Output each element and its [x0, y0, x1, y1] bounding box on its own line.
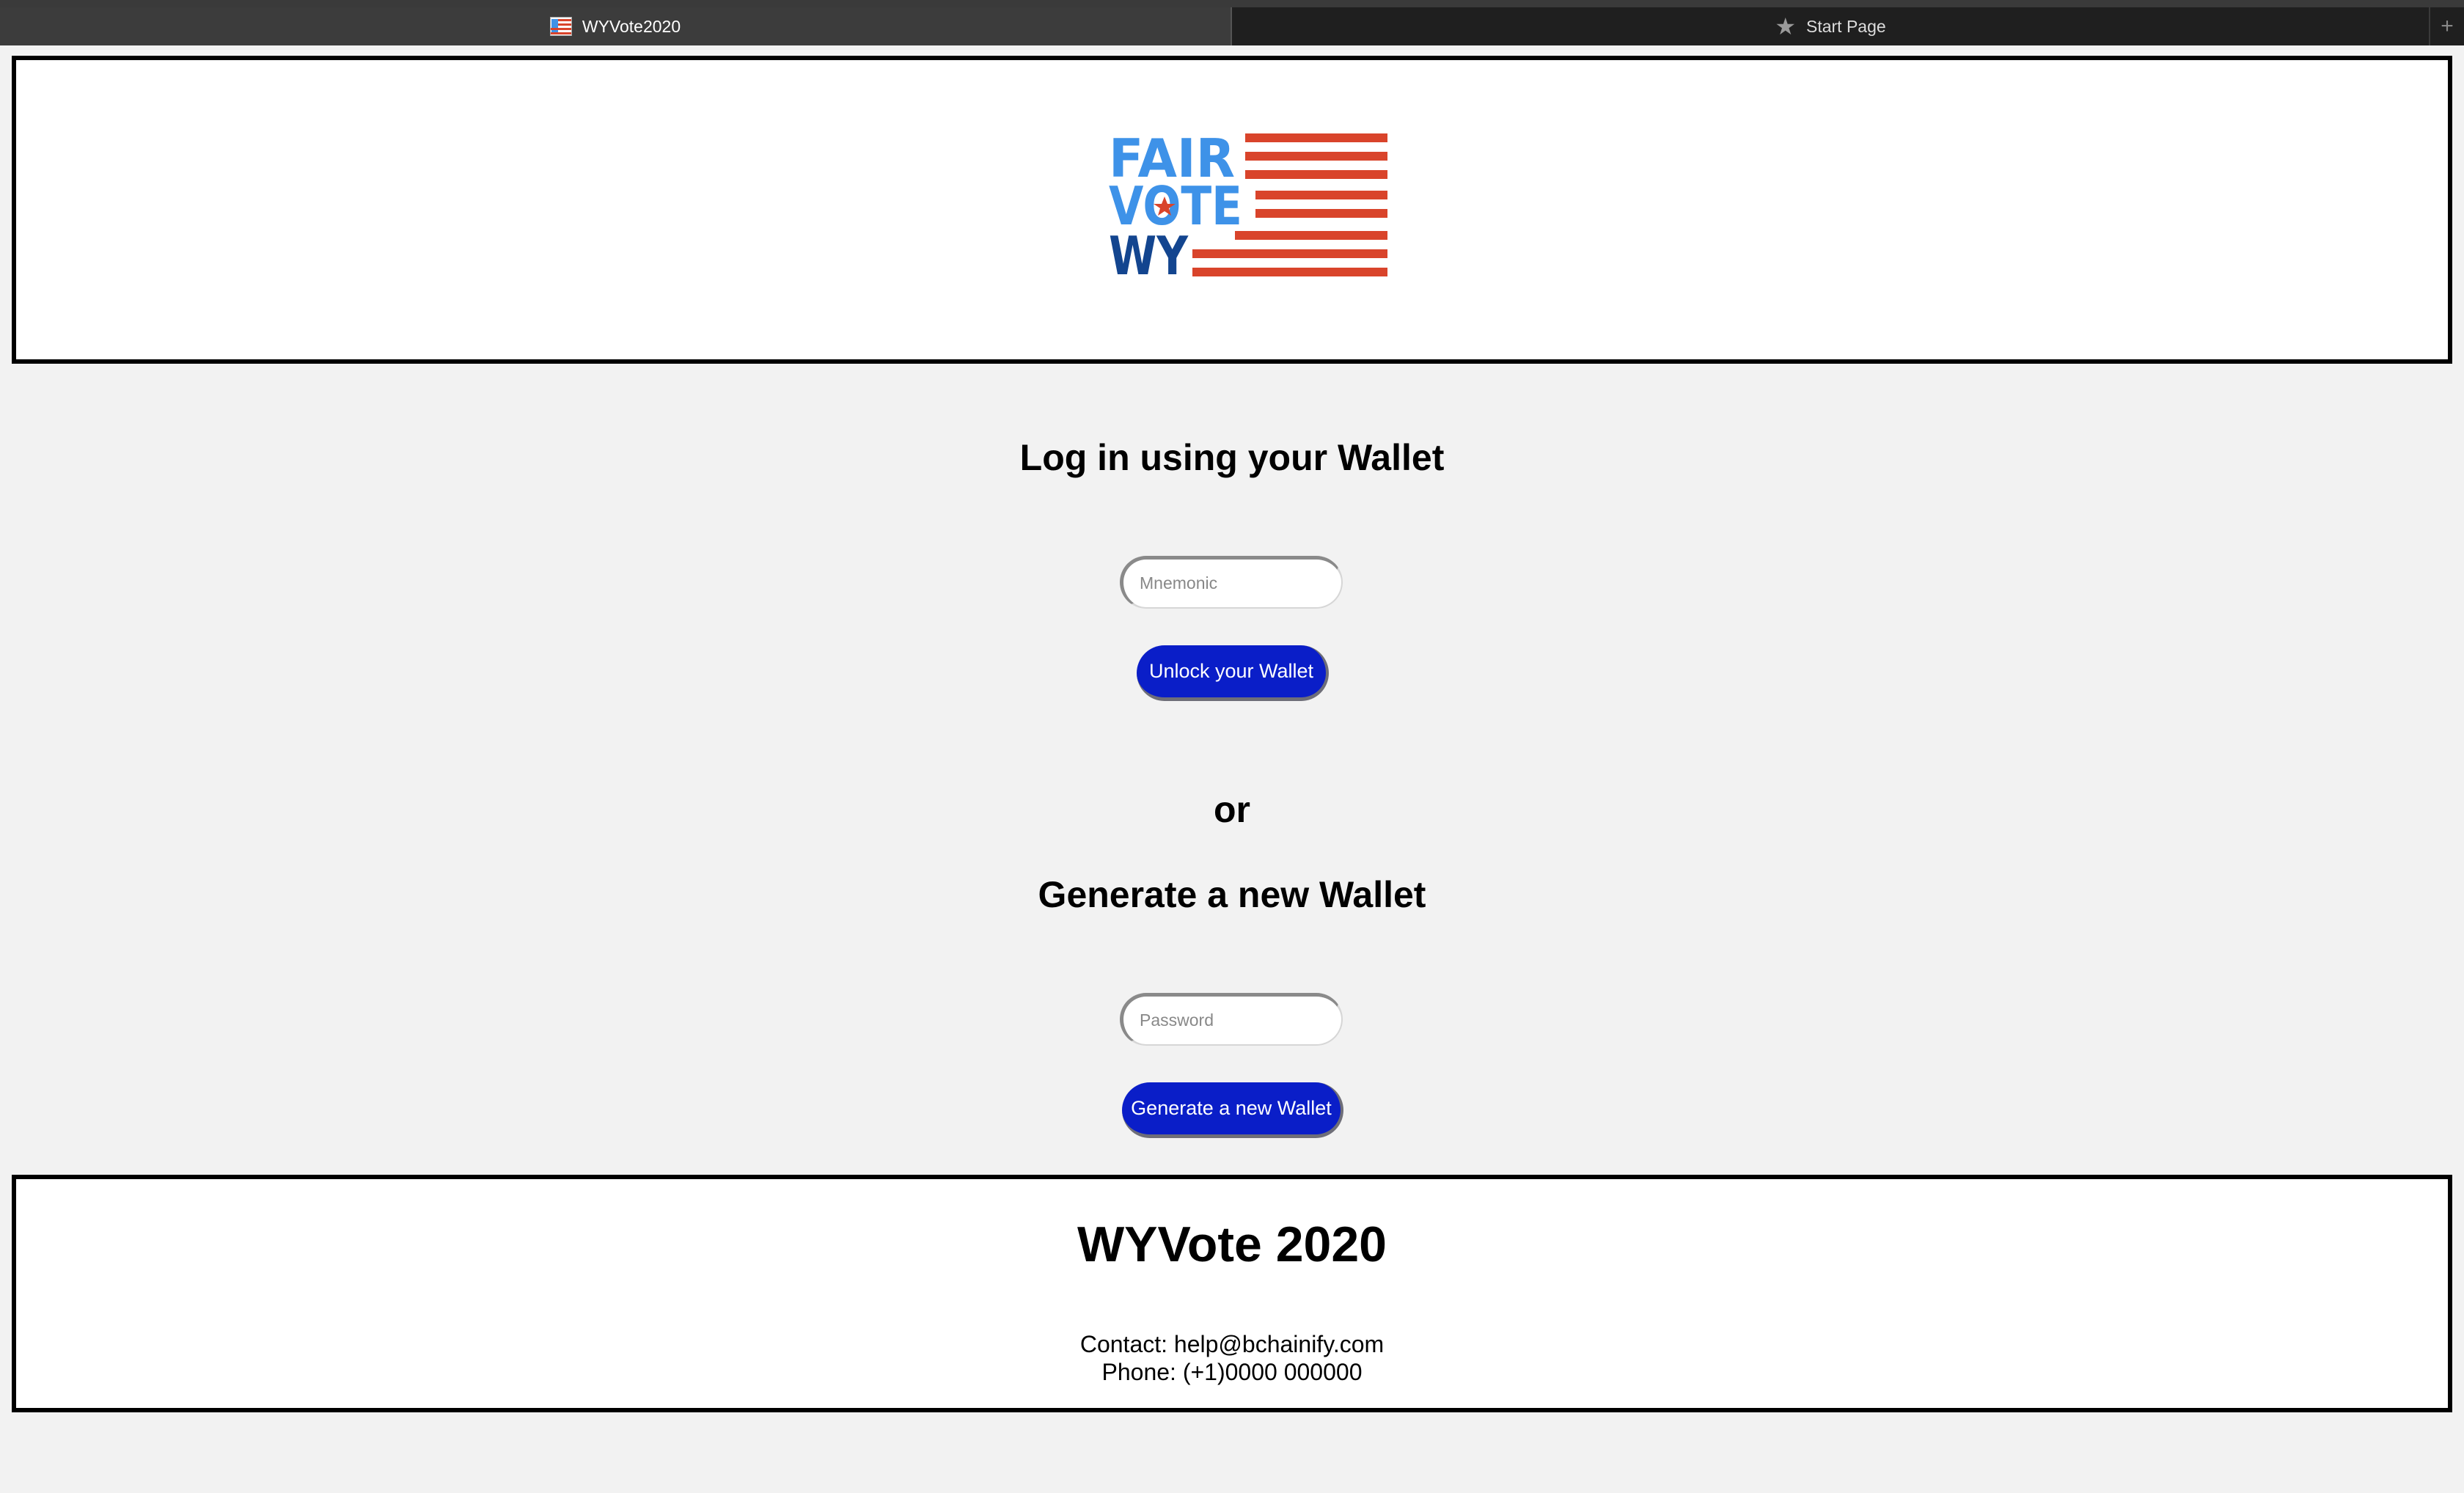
header-banner: FAIR VOTE WY — [12, 56, 2452, 364]
generate-heading: Generate a new Wallet — [1038, 874, 1426, 915]
mnemonic-input[interactable] — [1120, 556, 1343, 609]
footer-title: WYVote 2020 — [1077, 1217, 1387, 1272]
tab-wyvote2020[interactable]: WYVote2020 — [0, 7, 1232, 45]
browser-tab-bar: WYVote2020 ★ Start Page + — [0, 0, 2464, 45]
logo-text-wy: WY — [1109, 225, 1189, 287]
contact-phone: Phone: (+1)0000 000000 — [1101, 1359, 1363, 1385]
tab-label: Start Page — [1806, 16, 1886, 36]
or-separator: or — [1214, 789, 1250, 830]
login-heading: Log in using your Wallet — [1019, 437, 1445, 478]
star-icon: ★ — [1775, 13, 1796, 40]
footer: WYVote 2020 Contact: help@bchainify.com … — [12, 1175, 2452, 1412]
footer-contact-block: Contact: help@bchainify.com Phone: (+1)0… — [16, 1330, 2448, 1386]
unlock-wallet-button[interactable]: Unlock your Wallet — [1137, 645, 1329, 701]
tab-label: WYVote2020 — [582, 16, 681, 36]
password-input[interactable] — [1120, 993, 1343, 1046]
tab-start-page[interactable]: ★ Start Page — [1232, 7, 2429, 45]
fair-vote-wy-logo: FAIR VOTE WY — [1109, 133, 1387, 287]
contact-email: Contact: help@bchainify.com — [1079, 1331, 1385, 1357]
flag-favicon-icon — [549, 17, 572, 36]
generate-wallet-button[interactable]: Generate a new Wallet — [1122, 1082, 1343, 1138]
new-tab-button[interactable]: + — [2429, 7, 2464, 45]
